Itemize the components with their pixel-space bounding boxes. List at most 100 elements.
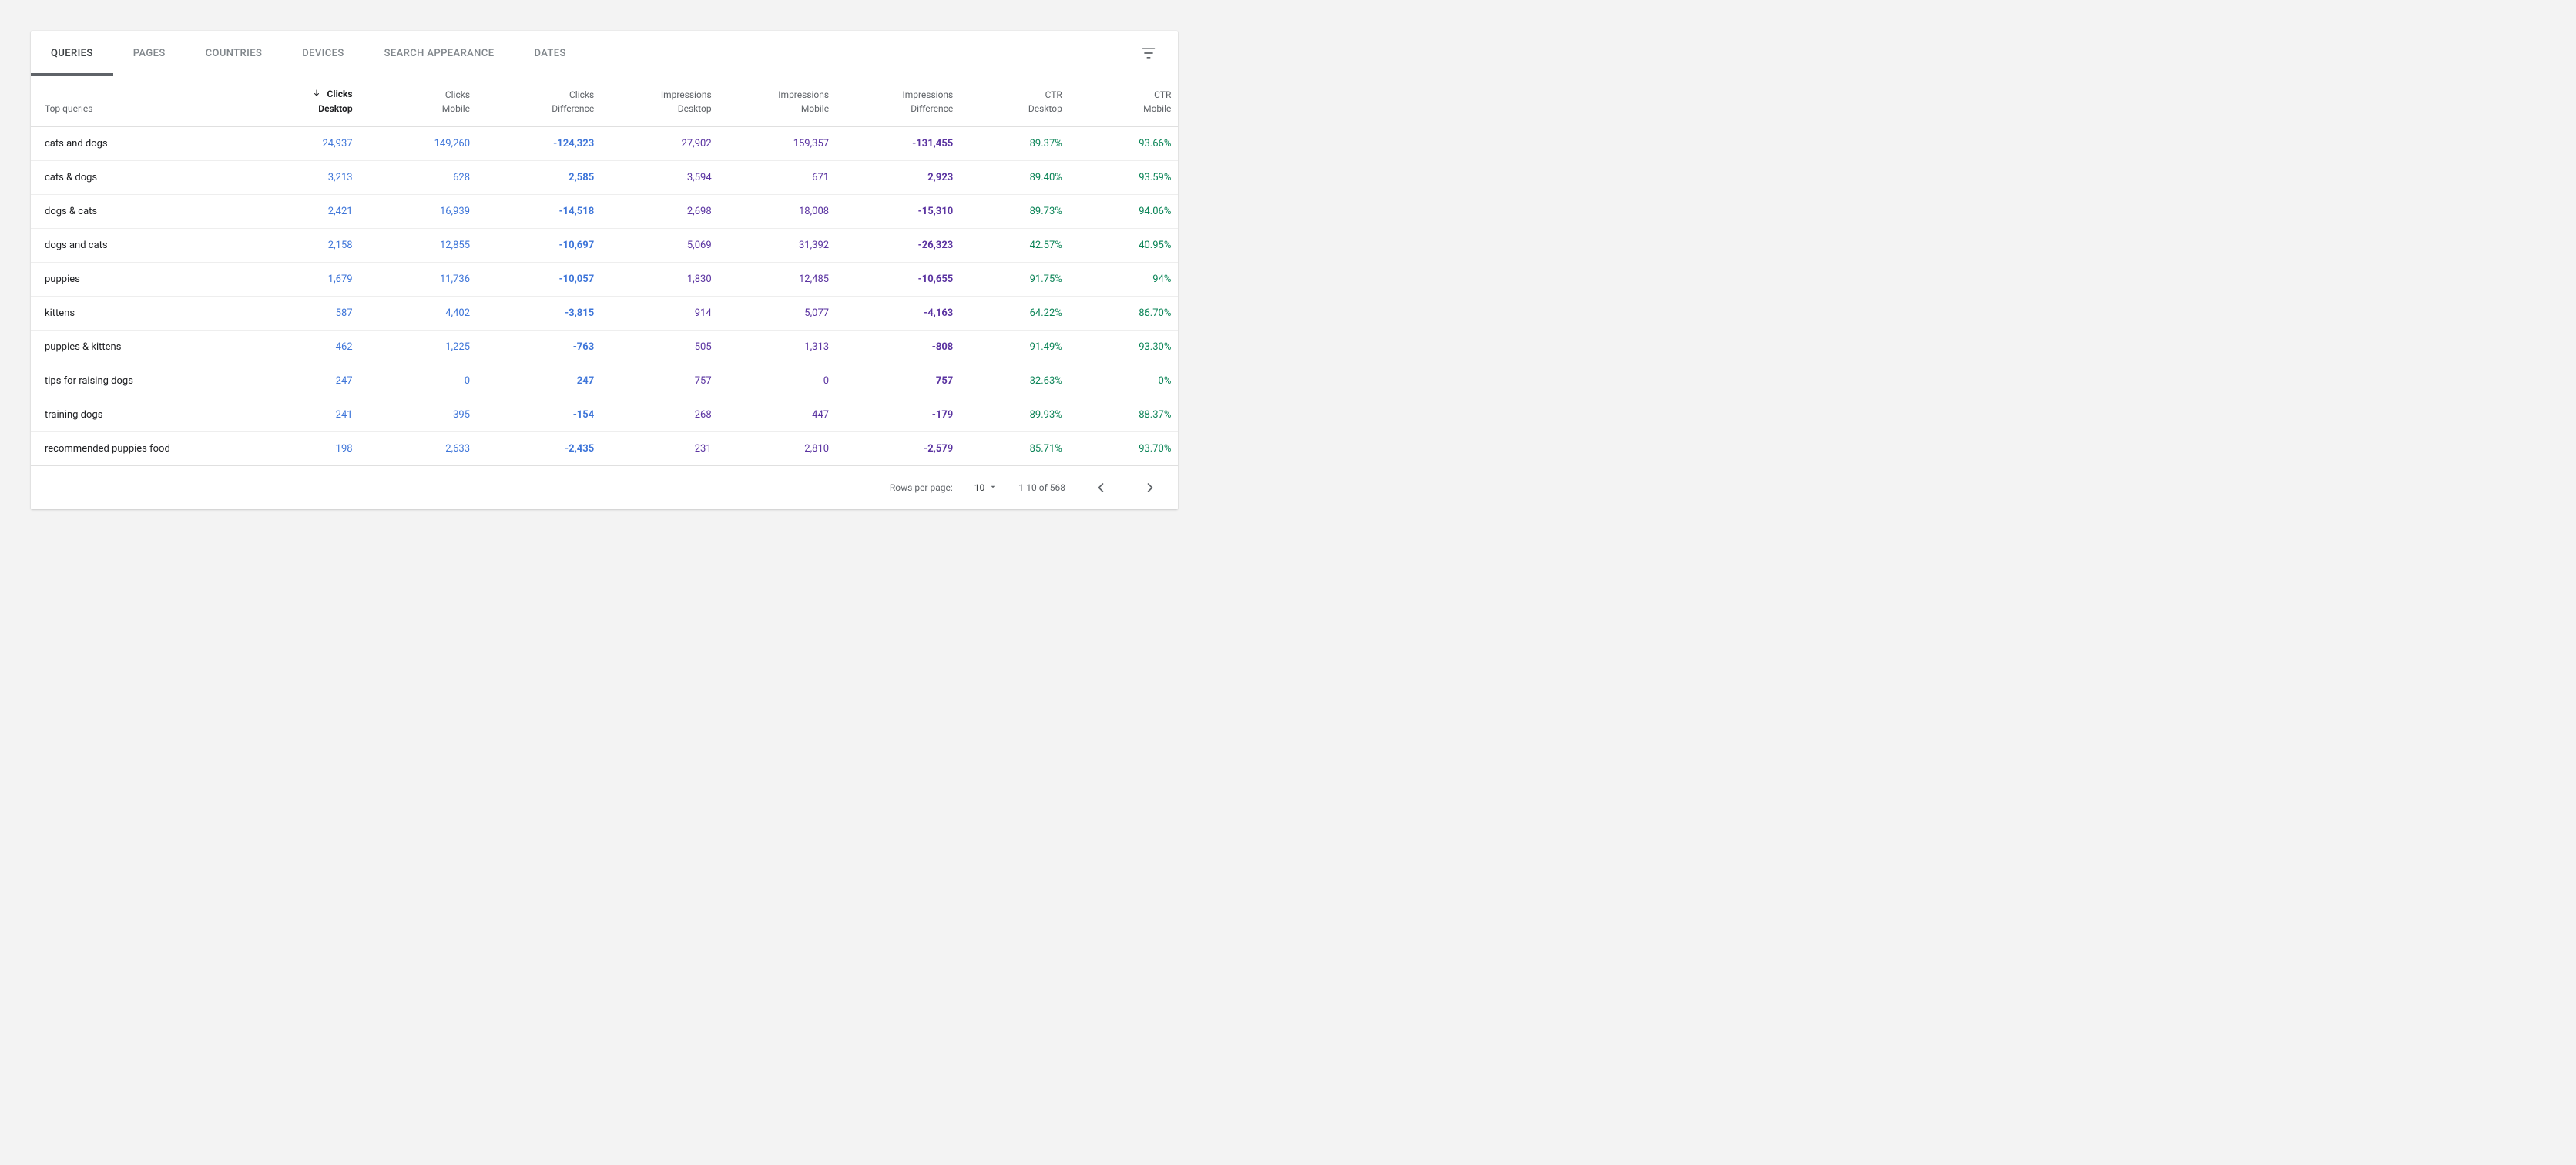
chevron-left-icon (1093, 480, 1109, 495)
cell-ctr_desktop: 89.73% (967, 194, 1076, 228)
cell-impr_mobile: 31,392 (726, 228, 843, 262)
cell-impr_desktop: 2,698 (608, 194, 725, 228)
cell-ctr_mobile: 40.95% (1076, 228, 1178, 262)
cell-impr_diff: -808 (843, 330, 967, 364)
col-header-clicks-desktop[interactable]: Clicks Desktop (249, 76, 366, 126)
cell-impr_diff: -179 (843, 398, 967, 431)
col-header-impr-desktop[interactable]: Impressions Desktop (608, 76, 725, 126)
cell-ctr_desktop: 89.93% (967, 398, 1076, 431)
cell-clicks_diff: -154 (484, 398, 608, 431)
col-header-clicks-mobile[interactable]: Clicks Mobile (367, 76, 484, 126)
cell-clicks_mobile: 16,939 (367, 194, 484, 228)
cell-ctr_mobile: 93.66% (1076, 126, 1178, 160)
cell-clicks_mobile: 395 (367, 398, 484, 431)
cell-clicks_desktop: 1,679 (249, 262, 366, 296)
cell-clicks_diff: 2,585 (484, 160, 608, 194)
cell-clicks_diff: 247 (484, 364, 608, 398)
cell-query[interactable]: dogs and cats (31, 228, 249, 262)
col-header-impr-diff[interactable]: Impressions Difference (843, 76, 967, 126)
col-header-ctr-mobile[interactable]: CTR Mobile (1076, 76, 1178, 126)
cell-query[interactable]: tips for raising dogs (31, 364, 249, 398)
table-footer: Rows per page: 10 1-10 of 568 (31, 466, 1178, 509)
tab-dates[interactable]: DATES (514, 31, 585, 76)
tab-devices[interactable]: DEVICES (282, 31, 364, 76)
cell-clicks_mobile: 4,402 (367, 296, 484, 330)
rows-per-page-select[interactable]: 10 (974, 482, 998, 493)
cell-clicks_mobile: 2,633 (367, 431, 484, 465)
cell-ctr_desktop: 89.37% (967, 126, 1076, 160)
cell-impr_mobile: 1,313 (726, 330, 843, 364)
cell-impr_diff: -10,655 (843, 262, 967, 296)
cell-impr_desktop: 27,902 (608, 126, 725, 160)
cell-ctr_desktop: 91.49% (967, 330, 1076, 364)
cell-clicks_diff: -10,057 (484, 262, 608, 296)
table-scroll[interactable]: Top queries Clicks Desktop Clicks Mobile (31, 76, 1178, 466)
tab-pages[interactable]: PAGES (113, 31, 186, 76)
cell-query[interactable]: recommended puppies food (31, 431, 249, 465)
table-row[interactable]: puppies & kittens4621,225-7635051,313-80… (31, 330, 1178, 364)
sort-arrow-down-icon (312, 88, 321, 102)
col-header-impr-mobile[interactable]: Impressions Mobile (726, 76, 843, 126)
cell-clicks_desktop: 3,213 (249, 160, 366, 194)
table-row[interactable]: cats & dogs3,2136282,5853,5946712,92389.… (31, 160, 1178, 194)
cell-query[interactable]: puppies & kittens (31, 330, 249, 364)
table-row[interactable]: dogs & cats2,42116,939-14,5182,69818,008… (31, 194, 1178, 228)
table-row[interactable]: tips for raising dogs2470247757075732.63… (31, 364, 1178, 398)
tab-countries[interactable]: COUNTRIES (186, 31, 283, 76)
cell-clicks_diff: -763 (484, 330, 608, 364)
cell-ctr_mobile: 86.70% (1076, 296, 1178, 330)
cell-query[interactable]: training dogs (31, 398, 249, 431)
cell-clicks_diff: -2,435 (484, 431, 608, 465)
next-page-button[interactable] (1136, 474, 1164, 502)
table-row[interactable]: kittens5874,402-3,8159145,077-4,16364.22… (31, 296, 1178, 330)
cell-clicks_desktop: 2,421 (249, 194, 366, 228)
cell-impr_diff: 2,923 (843, 160, 967, 194)
filter-button[interactable] (1133, 38, 1164, 69)
cell-impr_desktop: 757 (608, 364, 725, 398)
cell-query[interactable]: dogs & cats (31, 194, 249, 228)
cell-clicks_diff: -124,323 (484, 126, 608, 160)
queries-table: Top queries Clicks Desktop Clicks Mobile (31, 76, 1178, 466)
tab-label: DEVICES (302, 48, 344, 59)
table-row[interactable]: puppies1,67911,736-10,0571,83012,485-10,… (31, 262, 1178, 296)
cell-query[interactable]: puppies (31, 262, 249, 296)
cell-query[interactable]: cats and dogs (31, 126, 249, 160)
col-header-ctr-desktop[interactable]: CTR Desktop (967, 76, 1076, 126)
tab-queries[interactable]: QUERIES (31, 31, 113, 76)
col-header-clicks-diff[interactable]: Clicks Difference (484, 76, 608, 126)
cell-impr_desktop: 505 (608, 330, 725, 364)
cell-clicks_desktop: 2,158 (249, 228, 366, 262)
table-row[interactable]: dogs and cats2,15812,855-10,6975,06931,3… (31, 228, 1178, 262)
tab-label: PAGES (133, 48, 166, 59)
cell-impr_mobile: 18,008 (726, 194, 843, 228)
tab-label: SEARCH APPEARANCE (384, 48, 495, 59)
cell-clicks_mobile: 1,225 (367, 330, 484, 364)
cell-clicks_desktop: 241 (249, 398, 366, 431)
cell-ctr_mobile: 93.59% (1076, 160, 1178, 194)
cell-impr_diff: -15,310 (843, 194, 967, 228)
cell-ctr_desktop: 42.57% (967, 228, 1076, 262)
tab-label: DATES (534, 48, 565, 59)
cell-ctr_mobile: 0% (1076, 364, 1178, 398)
cell-clicks_desktop: 24,937 (249, 126, 366, 160)
prev-page-button[interactable] (1087, 474, 1115, 502)
pagination-range: 1-10 of 568 (1018, 482, 1065, 493)
cell-ctr_mobile: 94% (1076, 262, 1178, 296)
table-row[interactable]: recommended puppies food1982,633-2,43523… (31, 431, 1178, 465)
cell-impr_mobile: 2,810 (726, 431, 843, 465)
cell-query[interactable]: kittens (31, 296, 249, 330)
cell-ctr_desktop: 89.40% (967, 160, 1076, 194)
cell-impr_mobile: 0 (726, 364, 843, 398)
cell-query[interactable]: cats & dogs (31, 160, 249, 194)
cell-ctr_mobile: 94.06% (1076, 194, 1178, 228)
col-header-query[interactable]: Top queries (31, 76, 249, 126)
tab-search-appearance[interactable]: SEARCH APPEARANCE (364, 31, 515, 76)
rows-per-page-label: Rows per page: (890, 482, 953, 493)
cell-clicks_desktop: 462 (249, 330, 366, 364)
cell-impr_mobile: 671 (726, 160, 843, 194)
cell-impr_mobile: 5,077 (726, 296, 843, 330)
cell-clicks_diff: -10,697 (484, 228, 608, 262)
table-row[interactable]: training dogs241395-154268447-17989.93%8… (31, 398, 1178, 431)
cell-clicks_mobile: 12,855 (367, 228, 484, 262)
table-row[interactable]: cats and dogs24,937149,260-124,32327,902… (31, 126, 1178, 160)
